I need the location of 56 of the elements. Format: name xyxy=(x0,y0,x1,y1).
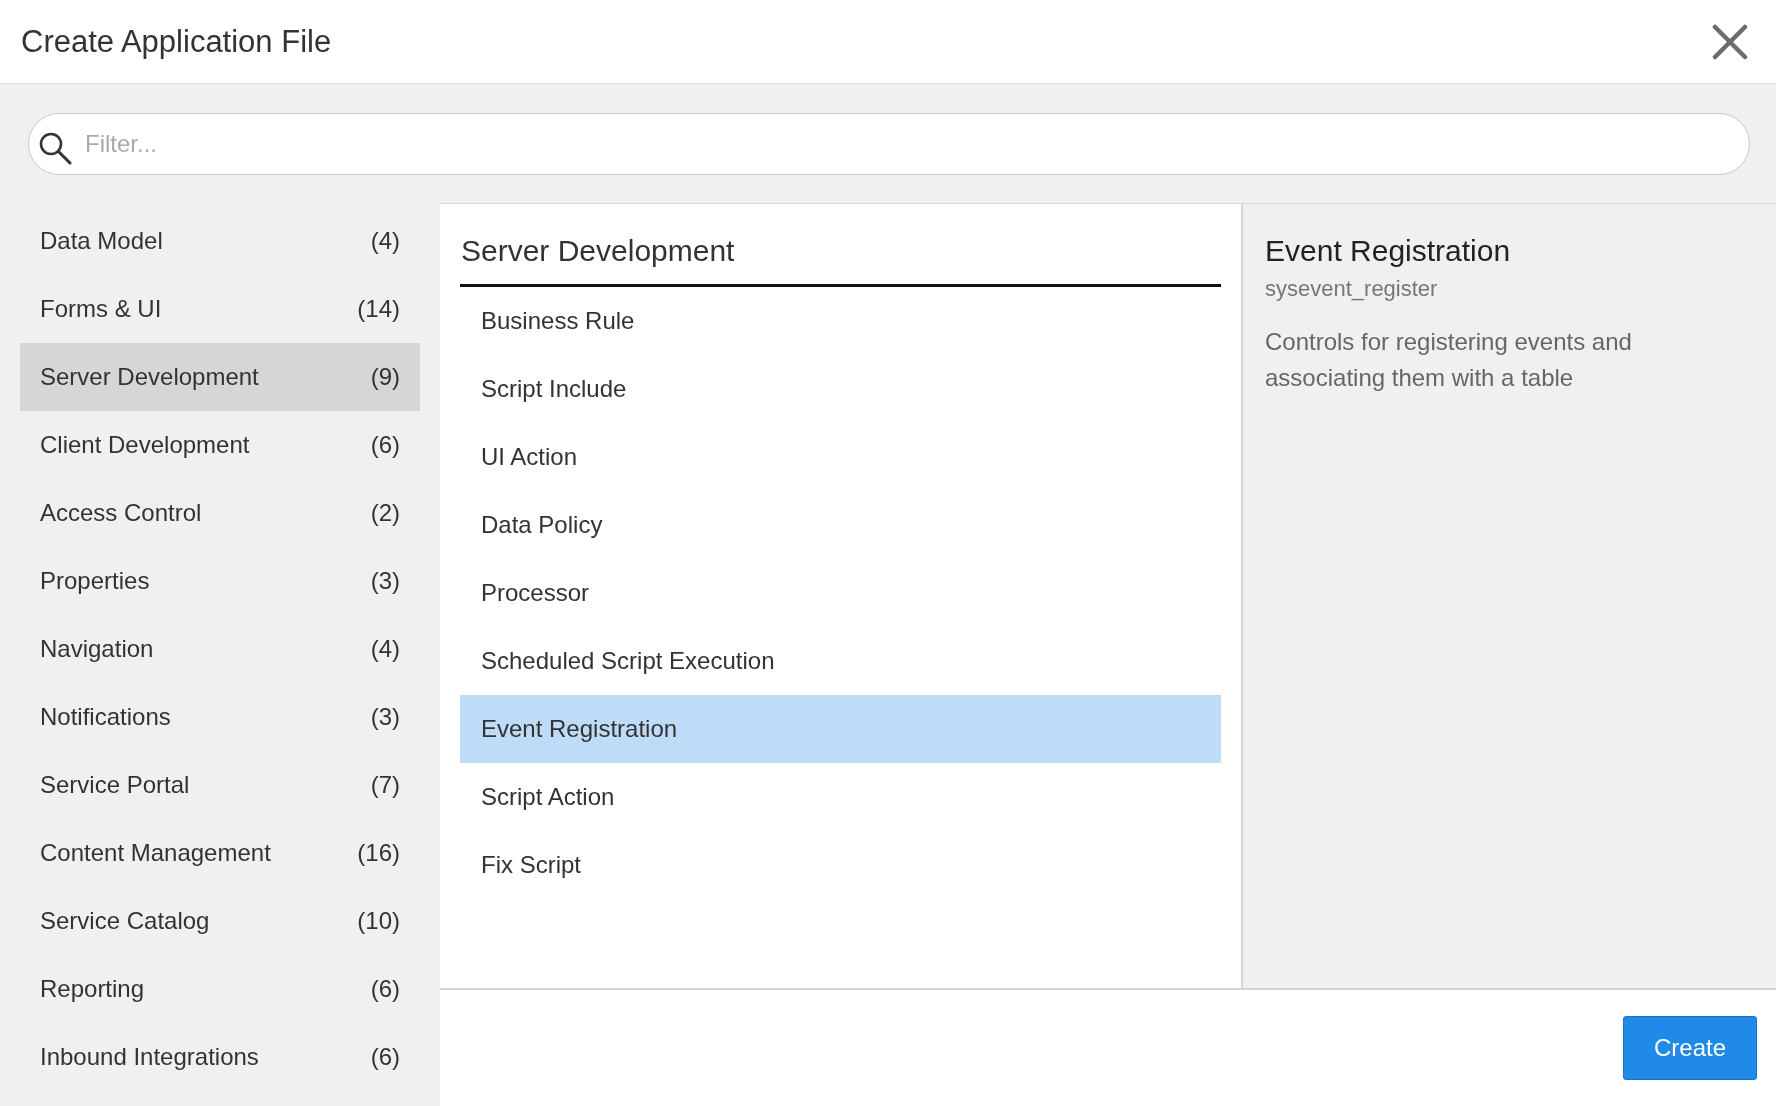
category-label: Service Catalog xyxy=(40,907,210,935)
item-count: (2) xyxy=(370,499,400,527)
item-count: (9) xyxy=(370,363,400,391)
category-label: Navigation xyxy=(40,635,154,663)
category-label: Server Development xyxy=(40,363,259,391)
create-button[interactable]: Create xyxy=(1622,1016,1757,1080)
item-count: (4) xyxy=(370,227,400,255)
category-item[interactable]: Navigation (4) xyxy=(20,615,420,683)
category-label: Properties xyxy=(40,567,150,595)
file-type-item[interactable]: Script Action xyxy=(460,763,1221,831)
item-count: (4) xyxy=(370,635,400,663)
item-count: (6) xyxy=(370,975,400,1003)
dialog-title: Create Application File xyxy=(21,23,332,60)
category-item[interactable]: Reporting (6) xyxy=(20,955,420,1023)
category-item[interactable]: Server Development (9) xyxy=(20,343,420,411)
category-item[interactable]: Properties (3) xyxy=(20,547,420,615)
table-name: sysevent_register xyxy=(1265,276,1439,302)
file-type-item[interactable]: Fix Script xyxy=(460,831,1221,899)
file-type-item[interactable]: UI Action xyxy=(460,423,1221,491)
filter-field[interactable]: Filter... xyxy=(28,113,1750,175)
category-label: Client Development xyxy=(40,431,250,459)
category-label: Service Portal xyxy=(40,771,190,799)
category-label: Content Management xyxy=(40,839,271,867)
item-count: (6) xyxy=(370,1043,400,1071)
detail-description: Controls for registering events and associating them with a table xyxy=(1265,327,1633,393)
category-label: Data Model xyxy=(40,227,163,255)
category-item[interactable]: Forms & UI (14) xyxy=(20,275,420,343)
item-count: (3) xyxy=(370,703,400,731)
category-label: Forms & UI xyxy=(40,295,162,323)
category-label: Inbound Integrations xyxy=(40,1043,259,1071)
category-label: Notifications xyxy=(40,703,171,731)
file-type-item[interactable]: Scheduled Script Execution xyxy=(460,627,1221,695)
file-type-item[interactable]: Event Registration xyxy=(460,695,1221,763)
file-type-item[interactable]: Processor xyxy=(460,559,1221,627)
category-label: Reporting xyxy=(40,975,145,1003)
file-type-item[interactable]: Business Rule xyxy=(460,287,1221,355)
item-count: (10) xyxy=(357,907,400,935)
file-type-item[interactable]: Script Include xyxy=(460,355,1221,423)
item-count: (7) xyxy=(370,771,400,799)
item-count: (16) xyxy=(357,839,400,867)
item-count: (14) xyxy=(357,295,400,323)
category-item[interactable]: Service Catalog (10) xyxy=(20,887,420,955)
detail-title: Event Registration xyxy=(1265,234,1512,268)
category-item[interactable]: Service Portal (7) xyxy=(20,751,420,819)
item-count: (6) xyxy=(370,431,400,459)
file-type-item[interactable]: Data Policy xyxy=(460,491,1221,559)
category-item[interactable]: Notifications (3) xyxy=(20,683,420,751)
close-icon[interactable] xyxy=(1712,23,1748,60)
category-item[interactable]: Access Control (2) xyxy=(20,479,420,547)
category-item[interactable]: Content Management (16) xyxy=(20,819,420,887)
category-item[interactable]: Data Model (4) xyxy=(20,207,420,275)
category-item[interactable]: Inbound Integrations (6) xyxy=(20,1023,420,1091)
category-item[interactable]: Client Development (6) xyxy=(20,411,420,479)
category-label: Access Control xyxy=(40,499,202,527)
section-heading: Server Development xyxy=(460,234,1221,287)
item-count: (3) xyxy=(370,567,400,595)
